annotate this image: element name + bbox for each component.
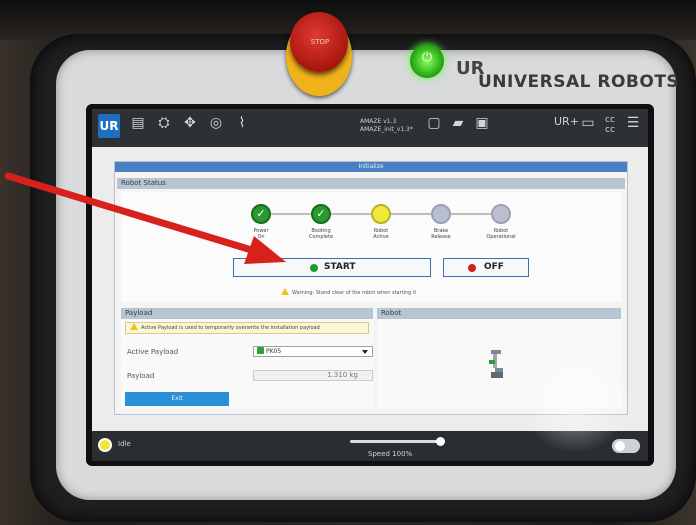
annotation-arrow [4,172,286,264]
